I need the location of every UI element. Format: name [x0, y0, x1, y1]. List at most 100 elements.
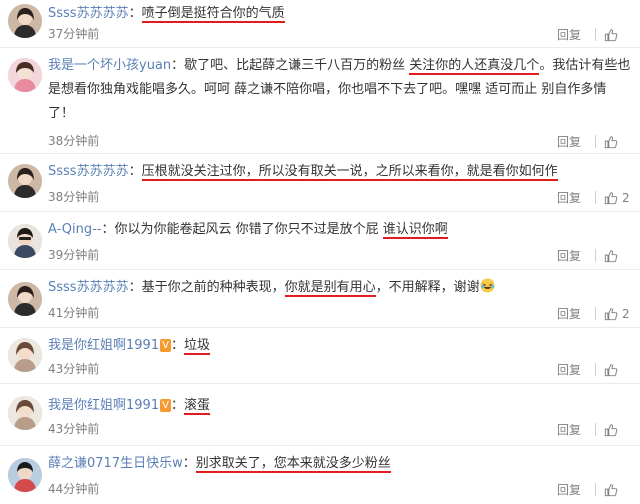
comment-text: 基于你之前的种种表现， — [141, 280, 285, 295]
comment-body: 薛之谦0717生日快乐w：别求取关了，您本来就没多少粉丝 — [48, 452, 632, 476]
comment-body: A-Qing--：你以为你能卷起风云 你错了你只不过是放个屁 谁认识你啊 — [48, 218, 632, 242]
comment-time: 43分钟前 — [48, 422, 100, 436]
avatar[interactable] — [8, 396, 42, 430]
comment-time: 37分钟前 — [48, 27, 100, 41]
like-button[interactable] — [604, 483, 630, 497]
like-count: 2 — [622, 306, 630, 321]
like-button[interactable]: 2 — [604, 191, 630, 205]
comment-body: Ssss苏苏苏苏：喷子倒是挺符合你的气质 — [48, 2, 632, 26]
colon-separator: ： — [182, 456, 196, 471]
laugh-cry-emoji — [480, 278, 495, 293]
comment-text: 歇了吧、比起薛之谦三千八百万的粉丝 — [184, 58, 410, 73]
comment-body: 我是你红姐啊1991 V ：滚蛋 — [48, 394, 632, 418]
reply-button[interactable]: 回复 — [557, 26, 581, 43]
comment-item: 我是你红姐啊1991 V ：滚蛋 43分钟前 回复 — [0, 384, 640, 446]
thumbs-up-icon — [604, 249, 618, 262]
colon-separator: ： — [171, 58, 185, 73]
action-divider — [595, 249, 596, 262]
comment-username[interactable]: 我是你红姐啊1991 — [48, 398, 159, 413]
colon-separator: ： — [128, 6, 142, 21]
vip-badge: V — [160, 339, 171, 352]
comment-username[interactable]: 我是一个坏小孩yuan — [48, 58, 171, 73]
comment-item: 我是你红姐啊1991 V ：垃圾 43分钟前 回复 — [0, 328, 640, 384]
comment-text-highlighted: 滚蛋 — [183, 398, 210, 415]
thumbs-up-icon — [604, 423, 618, 436]
colon-separator: ： — [170, 338, 184, 353]
avatar[interactable] — [8, 458, 42, 492]
avatar[interactable] — [8, 58, 42, 92]
avatar[interactable] — [8, 338, 42, 372]
reply-button[interactable]: 回复 — [557, 189, 581, 206]
comment-username[interactable]: Ssss苏苏苏苏 — [48, 164, 129, 179]
comment-text: ，不用解释，谢谢 — [375, 280, 480, 295]
avatar[interactable] — [8, 224, 42, 258]
thumbs-up-icon — [604, 483, 618, 496]
comment-username[interactable]: Ssss苏苏苏苏 — [48, 280, 129, 295]
comment-actions: 回复 — [557, 481, 630, 498]
like-button[interactable] — [604, 249, 630, 263]
like-button[interactable] — [604, 28, 630, 42]
comment-text-highlighted: 关注你的人还真没几个 — [409, 58, 540, 75]
reply-button[interactable]: 回复 — [557, 361, 581, 378]
comment-time: 41分钟前 — [48, 306, 100, 320]
comment-text-highlighted: 你就是别有用心 — [284, 280, 376, 297]
comment-body: 我是一个坏小孩yuan：歇了吧、比起薛之谦三千八百万的粉丝 关注你的人还真没几个… — [48, 54, 632, 126]
comment-body: 我是你红姐啊1991 V ：垃圾 — [48, 334, 632, 358]
comment-item: Ssss苏苏苏苏：基于你之前的种种表现，你就是别有用心，不用解释，谢谢 41分钟… — [0, 270, 640, 328]
colon-separator: ： — [101, 222, 115, 237]
comment-time: 43分钟前 — [48, 362, 100, 376]
comment-actions: 回复 — [557, 26, 630, 43]
comment-text-highlighted: 压根就没关注过你，所以没有取关一说，之所以来看你，就是看你如何作 — [141, 164, 558, 181]
comment-body: Ssss苏苏苏苏：压根就没关注过你，所以没有取关一说，之所以来看你，就是看你如何… — [48, 160, 632, 184]
action-divider — [595, 135, 596, 148]
comment-actions: 回复 — [557, 361, 630, 378]
action-divider — [595, 28, 596, 41]
like-button[interactable] — [604, 135, 630, 149]
comment-username[interactable]: 薛之谦0717生日快乐w — [48, 456, 183, 471]
thumbs-up-icon — [604, 135, 618, 148]
comment-list: Ssss苏苏苏苏：喷子倒是挺符合你的气质 37分钟前 回复 我是一个坏小孩yua… — [0, 0, 640, 504]
comment-text-highlighted: 谁认识你啊 — [382, 222, 448, 239]
reply-button[interactable]: 回复 — [557, 305, 581, 322]
vip-badge: V — [160, 399, 171, 412]
comment-item: A-Qing--：你以为你能卷起风云 你错了你只不过是放个屁 谁认识你啊 39分… — [0, 212, 640, 270]
action-divider — [595, 423, 596, 436]
avatar[interactable] — [8, 4, 42, 38]
action-divider — [595, 363, 596, 376]
thumbs-up-icon — [604, 363, 618, 376]
comment-text-highlighted: 垃圾 — [183, 338, 210, 355]
thumbs-up-icon — [604, 307, 618, 320]
comment-item: Ssss苏苏苏苏：喷子倒是挺符合你的气质 37分钟前 回复 — [0, 0, 640, 48]
thumbs-up-icon — [604, 191, 618, 204]
colon-separator: ： — [128, 280, 142, 295]
like-button[interactable] — [604, 363, 630, 377]
action-divider — [595, 307, 596, 320]
comment-actions: 回复 2 — [557, 305, 630, 322]
like-button[interactable] — [604, 423, 630, 437]
comment-actions: 回复 — [557, 133, 630, 150]
reply-button[interactable]: 回复 — [557, 421, 581, 438]
avatar[interactable] — [8, 282, 42, 316]
comment-time: 38分钟前 — [48, 190, 100, 204]
action-divider — [595, 483, 596, 496]
comment-username[interactable]: A-Qing-- — [48, 222, 102, 237]
reply-button[interactable]: 回复 — [557, 247, 581, 264]
comment-text-highlighted: 喷子倒是挺符合你的气质 — [141, 6, 285, 23]
like-button[interactable]: 2 — [604, 307, 630, 321]
reply-button[interactable]: 回复 — [557, 133, 581, 150]
colon-separator: ： — [128, 164, 142, 179]
action-divider — [595, 191, 596, 204]
colon-separator: ： — [170, 398, 184, 413]
avatar[interactable] — [8, 164, 42, 198]
comment-actions: 回复 2 — [557, 189, 630, 206]
reply-button[interactable]: 回复 — [557, 481, 581, 498]
comment-text: 你以为你能卷起风云 你错了你只不过是放个屁 — [114, 222, 383, 237]
comment-item: 薛之谦0717生日快乐w：别求取关了，您本来就没多少粉丝 44分钟前 回复 — [0, 446, 640, 504]
comment-username[interactable]: 我是你红姐啊1991 — [48, 338, 159, 353]
comment-item: 我是一个坏小孩yuan：歇了吧、比起薛之谦三千八百万的粉丝 关注你的人还真没几个… — [0, 48, 640, 154]
comment-time: 44分钟前 — [48, 482, 100, 496]
comment-actions: 回复 — [557, 421, 630, 438]
comment-text-highlighted: 别求取关了，您本来就没多少粉丝 — [195, 456, 391, 473]
like-count: 2 — [622, 190, 630, 205]
comment-username[interactable]: Ssss苏苏苏苏 — [48, 6, 129, 21]
